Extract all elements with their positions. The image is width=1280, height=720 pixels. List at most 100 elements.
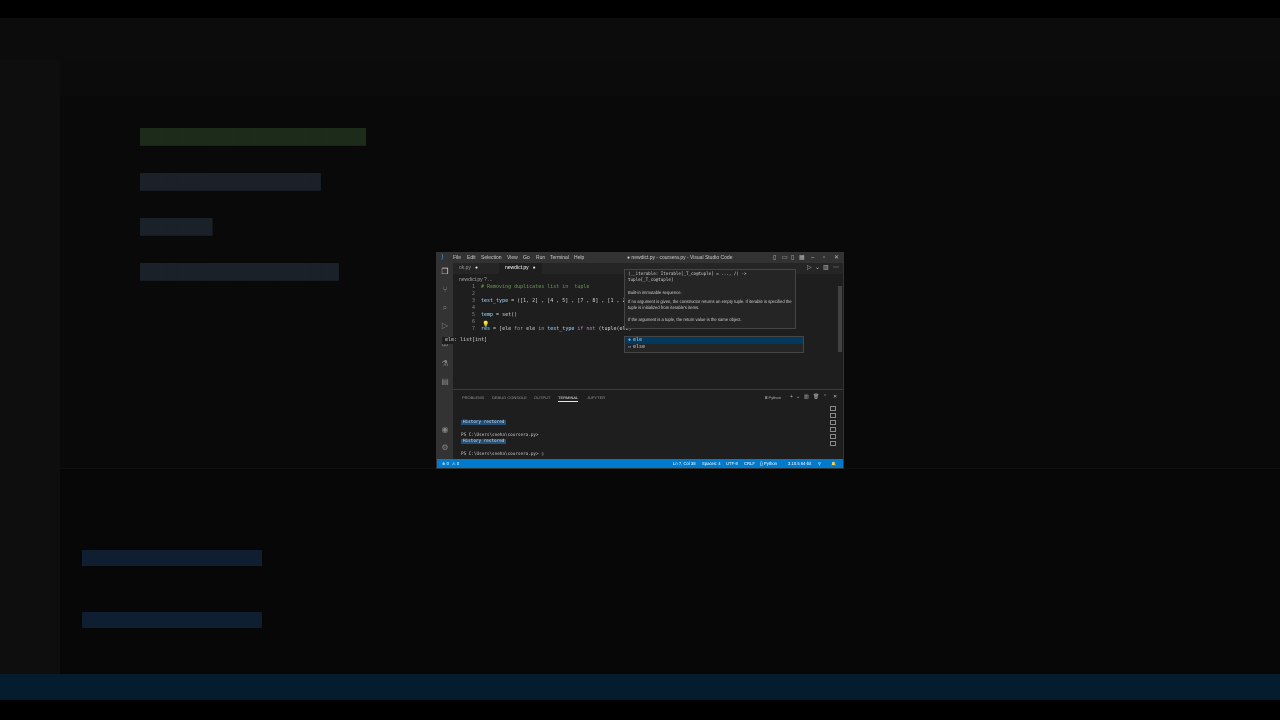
code-token: = ([1, 2] , [4 , 5] , [7 , 8] , [1 , 2] — [508, 298, 629, 304]
menu-run[interactable]: Run — [536, 254, 545, 262]
encoding[interactable]: UTF-8 — [726, 459, 738, 468]
code-token: () — [511, 312, 518, 318]
run-python-file-icon[interactable]: ▷ — [807, 263, 812, 274]
breadcrumb[interactable]: newdict.py ? ... — [459, 277, 492, 284]
kill-terminal-icon[interactable]: 🗑 — [813, 394, 819, 401]
account-icon[interactable]: ◉ — [440, 425, 450, 435]
line-number: 5 — [471, 312, 475, 318]
error-count[interactable]: ⊗ 0 — [442, 459, 449, 468]
maximize-icon[interactable]: ▫ — [823, 254, 825, 262]
tab-output[interactable]: OUTPUT — [534, 394, 550, 401]
line-number: 7 — [471, 326, 475, 332]
editor-scrollbar[interactable] — [838, 286, 842, 352]
settings-gear-icon[interactable]: ⚙ — [440, 443, 450, 453]
run-debug-icon[interactable]: ▷ — [440, 321, 450, 331]
terminal-shell-label[interactable]: ⌸ Python — [765, 394, 781, 401]
menu-go[interactable]: Go — [523, 254, 530, 262]
activity-bar: ❐ ⑂ ⌕ ▷ ⊞ ⚗ ▤ ◉ ⚙ — [437, 263, 453, 463]
search-icon[interactable]: ⌕ — [440, 303, 450, 313]
close-panel-icon[interactable]: ✕ — [833, 394, 837, 401]
suggestion-item[interactable]: ▭ else — [625, 344, 803, 351]
warning-count[interactable]: ⚠ 0 — [452, 459, 459, 468]
code-token: test_type — [544, 326, 578, 332]
tab-ok-py[interactable]: ok.py ● — [453, 263, 484, 274]
cursor-position[interactable]: Ln 7, Col 38 — [673, 459, 696, 468]
split-terminal-icon[interactable]: ▥ — [804, 394, 809, 401]
suggestion-widget: ◈ ele ▭ else — [624, 336, 804, 353]
toggle-secondary-sidebar-icon[interactable]: ▯ — [791, 254, 794, 262]
hover-description: If no argument is given, the constructor… — [628, 299, 792, 310]
menu-file[interactable]: File — [453, 254, 461, 262]
indentation[interactable]: Spaces: 4 — [702, 459, 721, 468]
code-line-3: test_type = ([1, 2] , [4 , 5] , [7 , 8] … — [481, 298, 629, 305]
source-control-icon[interactable]: ⑂ — [440, 285, 450, 295]
line-number: 2 — [471, 291, 475, 297]
end-of-line[interactable]: CRLF — [744, 459, 755, 468]
line-number: 4 — [471, 305, 475, 311]
python-interpreter[interactable]: 3.10.5 64-bit — [788, 459, 811, 468]
hover-description: Built-in immutable sequence. — [628, 290, 682, 295]
code-token: = [ele — [490, 326, 515, 332]
terminal-prompt[interactable]: PS C:\Users\sneha\coursera.py> ▯ — [461, 452, 544, 458]
customize-layout-icon[interactable]: ▦ — [799, 254, 805, 262]
tab-newdict-py[interactable]: newdict.py ● — [499, 263, 542, 274]
terminal-instance-icon[interactable] — [830, 441, 836, 446]
menu-edit[interactable]: Edit — [467, 254, 476, 262]
line-number: 1 — [471, 284, 475, 290]
language-mode[interactable]: {} Python — [760, 459, 777, 468]
explorer-icon[interactable]: ❐ — [440, 267, 450, 277]
vscode-window: ⟩ File Edit Selection View Go Run Termin… — [437, 253, 843, 468]
tab-terminal[interactable]: TERMINAL — [558, 394, 579, 402]
terminal-instance-icon[interactable] — [830, 413, 836, 418]
keyword-icon: ▭ — [628, 344, 632, 350]
history-badge-text: History restored — [463, 439, 505, 444]
terminal-instance-icon[interactable] — [830, 420, 836, 425]
lightbulb-icon[interactable]: 💡 — [482, 321, 489, 328]
unsaved-dot-icon: ● — [532, 265, 536, 271]
inlay-hint: ele: list[int] — [442, 337, 491, 344]
tab-problems[interactable]: PROBLEMS — [462, 394, 484, 401]
tab-jupyter[interactable]: JUPYTER — [587, 394, 605, 401]
notifications-bell-icon[interactable]: 🔔 — [831, 459, 836, 468]
toggle-panel-icon[interactable]: ▭ — [782, 254, 788, 262]
window-title: ● newdict.py - coursera.py - Visual Stud… — [627, 255, 733, 261]
line-number: 6 — [471, 319, 475, 325]
menu-view[interactable]: View — [507, 254, 518, 262]
code-token: set — [502, 312, 512, 318]
suggestion-label: ele — [633, 337, 643, 343]
menu-terminal[interactable]: Terminal — [550, 254, 569, 262]
minimize-icon[interactable]: – — [811, 254, 814, 262]
notebook-icon[interactable]: ▤ — [440, 377, 450, 387]
terminal-line: History restored — [461, 439, 507, 445]
suggestion-item[interactable]: ◈ ele — [625, 337, 803, 344]
variable-icon: ◈ — [628, 337, 632, 343]
run-dropdown-icon[interactable]: ⌄ — [815, 263, 820, 274]
unsaved-dot-icon: ● — [474, 265, 478, 271]
python-icon: ⌸ — [765, 395, 768, 400]
more-actions-icon[interactable]: ⋯ — [833, 263, 839, 274]
hover-description: If the argument is a tuple, the return v… — [628, 317, 742, 322]
terminal-instance-icon[interactable] — [830, 434, 836, 439]
signature-hover-widget: (__iterable: Iterable[_T_co@tuple] = ...… — [624, 269, 796, 329]
close-window-icon[interactable]: ✕ — [834, 254, 839, 262]
tab-debug-console[interactable]: DEBUG CONSOLE — [492, 394, 527, 401]
menu-selection[interactable]: Selection — [481, 254, 502, 262]
hover-signature: (__iterable: Iterable[_T_co@tuple] = ...… — [628, 271, 747, 282]
split-editor-icon[interactable]: ▥ — [823, 263, 829, 274]
menu-help[interactable]: Help — [574, 254, 584, 262]
vscode-logo-icon: ⟩ — [441, 254, 444, 261]
new-terminal-icon[interactable]: + — [790, 394, 793, 401]
code-token: not — [583, 326, 596, 332]
feedback-icon[interactable]: ⚲ — [818, 459, 821, 468]
line-number: 3 — [471, 298, 475, 304]
terminal-instance-icon[interactable] — [830, 427, 836, 432]
toggle-sidebar-icon[interactable]: ▯ — [773, 254, 776, 262]
history-badge: History restored — [461, 420, 507, 425]
title-bar: ⟩ File Edit Selection View Go Run Termin… — [437, 253, 843, 263]
terminal-instance-icon[interactable] — [830, 406, 836, 411]
terminal-dropdown-icon[interactable]: ⌄ — [796, 394, 800, 401]
maximize-panel-icon[interactable]: ⌃ — [823, 394, 827, 401]
testing-icon[interactable]: ⚗ — [440, 359, 450, 369]
tab-label: ok.py — [459, 265, 471, 271]
code-line-7: res = [ele for ele in test_type if not (… — [481, 326, 632, 333]
